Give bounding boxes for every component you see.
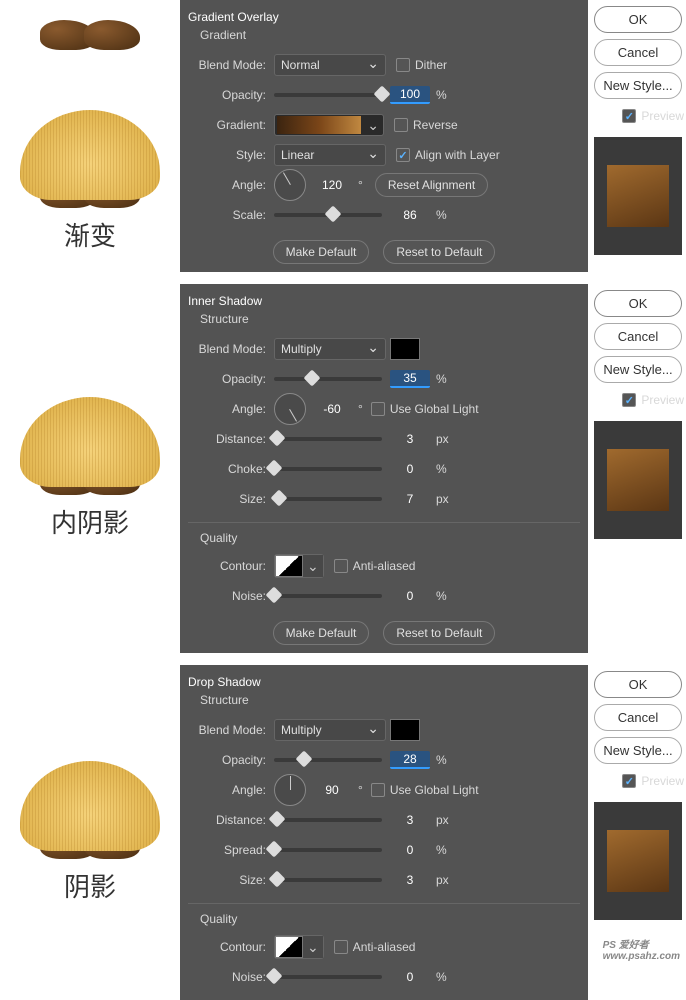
- preview-checkbox[interactable]: [622, 393, 636, 407]
- section-title: Inner Shadow: [188, 294, 580, 308]
- make-default-button[interactable]: Make Default: [273, 240, 370, 264]
- drop-shadow-panel: Drop Shadow Structure Blend Mode: Multip…: [180, 665, 588, 1000]
- size-slider[interactable]: [274, 497, 382, 501]
- distance-slider[interactable]: [274, 818, 382, 822]
- ok-button[interactable]: OK: [594, 6, 682, 33]
- blend-mode-select[interactable]: Multiply: [274, 719, 386, 741]
- dither-label: Dither: [415, 58, 447, 72]
- reset-default-button[interactable]: Reset to Default: [383, 240, 495, 264]
- section-title: Gradient Overlay: [188, 10, 580, 24]
- align-label: Align with Layer: [415, 148, 500, 162]
- cancel-button[interactable]: Cancel: [594, 323, 682, 350]
- reverse-label: Reverse: [413, 118, 458, 132]
- label-drop-cn: 阴影: [64, 867, 116, 904]
- antialiased-checkbox[interactable]: [334, 559, 348, 573]
- preview-checkbox[interactable]: [622, 774, 636, 788]
- spread-input[interactable]: 0: [390, 843, 430, 857]
- structure-label: Structure: [200, 312, 580, 326]
- gradient-picker[interactable]: [274, 114, 384, 136]
- noise-input[interactable]: 0: [390, 589, 430, 603]
- style-label: Style:: [188, 148, 274, 162]
- reverse-checkbox[interactable]: [394, 118, 408, 132]
- distance-input[interactable]: 3: [390, 813, 430, 827]
- dither-checkbox[interactable]: [396, 58, 410, 72]
- size-input[interactable]: 3: [390, 873, 430, 887]
- preview-label: Preview: [641, 109, 684, 123]
- noise-slider[interactable]: [274, 975, 382, 979]
- global-light-checkbox[interactable]: [371, 402, 385, 416]
- opacity-label: Opacity:: [188, 88, 274, 102]
- style-select[interactable]: Linear: [274, 144, 386, 166]
- watermark: PS 爱好者 www.psahz.com: [603, 936, 680, 962]
- angle-dial[interactable]: [274, 393, 306, 425]
- preview-box: [594, 802, 682, 920]
- choke-input[interactable]: 0: [390, 462, 430, 476]
- quality-label: Quality: [200, 531, 580, 545]
- reset-alignment-button[interactable]: Reset Alignment: [375, 173, 488, 197]
- gradient-label: Gradient:: [188, 118, 274, 132]
- make-default-button[interactable]: Make Default: [273, 621, 370, 645]
- ok-button[interactable]: OK: [594, 671, 682, 698]
- size-slider[interactable]: [274, 878, 382, 882]
- scale-slider[interactable]: [274, 213, 382, 217]
- blend-mode-select[interactable]: Normal: [274, 54, 386, 76]
- spread-slider[interactable]: [274, 848, 382, 852]
- distance-input[interactable]: 3: [390, 432, 430, 446]
- opacity-input[interactable]: 100: [390, 86, 430, 104]
- cancel-button[interactable]: Cancel: [594, 704, 682, 731]
- blend-mode-select[interactable]: Multiply: [274, 338, 386, 360]
- opacity-slider[interactable]: [274, 93, 382, 97]
- reset-default-button[interactable]: Reset to Default: [383, 621, 495, 645]
- new-style-button[interactable]: New Style...: [594, 737, 682, 764]
- quality-label: Quality: [200, 912, 580, 926]
- blend-mode-label: Blend Mode:: [188, 58, 274, 72]
- size-input[interactable]: 7: [390, 492, 430, 506]
- color-swatch[interactable]: [390, 719, 420, 741]
- structure-label: Structure: [200, 693, 580, 707]
- structure-sub: Gradient: [200, 28, 580, 42]
- opacity-input[interactable]: 28: [390, 751, 430, 769]
- angle-label: Angle:: [188, 178, 274, 192]
- contour-picker[interactable]: [274, 554, 324, 578]
- new-style-button[interactable]: New Style...: [594, 356, 682, 383]
- opacity-input[interactable]: 35: [390, 370, 430, 388]
- global-light-checkbox[interactable]: [371, 783, 385, 797]
- scale-input[interactable]: 86: [390, 208, 430, 222]
- opacity-slider[interactable]: [274, 758, 382, 762]
- angle-dial[interactable]: [274, 169, 306, 201]
- angle-input[interactable]: 90: [312, 783, 352, 797]
- scale-label: Scale:: [188, 208, 274, 222]
- section-title: Drop Shadow: [188, 675, 580, 689]
- label-gradient-cn: 渐变: [64, 216, 116, 253]
- noise-input[interactable]: 0: [390, 970, 430, 984]
- color-swatch[interactable]: [390, 338, 420, 360]
- cancel-button[interactable]: Cancel: [594, 39, 682, 66]
- distance-slider[interactable]: [274, 437, 382, 441]
- new-style-button[interactable]: New Style...: [594, 72, 682, 99]
- inner-shadow-panel: Inner Shadow Structure Blend Mode: Multi…: [180, 284, 588, 653]
- angle-input[interactable]: 120: [312, 178, 352, 192]
- preview-box: [594, 137, 682, 255]
- opacity-slider[interactable]: [274, 377, 382, 381]
- preview-box: [594, 421, 682, 539]
- angle-input[interactable]: -60: [312, 402, 352, 416]
- antialiased-checkbox[interactable]: [334, 940, 348, 954]
- choke-slider[interactable]: [274, 467, 382, 471]
- gradient-overlay-panel: Gradient Overlay Gradient Blend Mode: No…: [180, 0, 588, 272]
- label-inner-cn: 内阴影: [51, 503, 129, 540]
- align-checkbox[interactable]: [396, 148, 410, 162]
- angle-dial[interactable]: [274, 774, 306, 806]
- noise-slider[interactable]: [274, 594, 382, 598]
- preview-checkbox[interactable]: [622, 109, 636, 123]
- contour-picker[interactable]: [274, 935, 324, 959]
- ok-button[interactable]: OK: [594, 290, 682, 317]
